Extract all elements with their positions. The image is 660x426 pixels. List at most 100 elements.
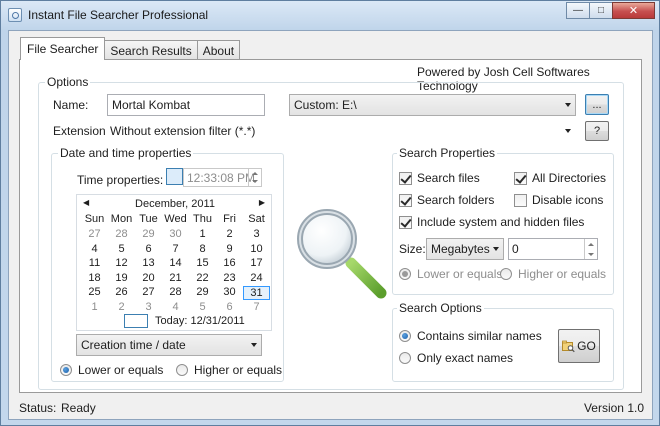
time-input[interactable]: 12:33:08 PM — [183, 168, 262, 187]
calendar-day[interactable]: 25 — [81, 286, 108, 298]
radio-icon — [176, 364, 188, 376]
calendar-day[interactable]: 29 — [135, 228, 162, 240]
date-mode-select[interactable]: Creation time / date — [76, 334, 262, 356]
time-spinner[interactable] — [248, 169, 261, 186]
calendar-day[interactable]: 22 — [189, 272, 216, 284]
spin-down-icon[interactable] — [249, 178, 261, 187]
time-value: 12:33:08 PM — [187, 171, 256, 185]
calendar-day[interactable]: 8 — [189, 243, 216, 255]
size-input[interactable]: 0 — [508, 238, 598, 260]
include-system-checkbox[interactable]: Include system and hidden files — [399, 215, 584, 229]
calendar-day[interactable]: 12 — [108, 257, 135, 269]
size-higher-label: Higher or equals — [518, 267, 607, 281]
app-icon — [8, 8, 22, 22]
chevron-down-icon — [493, 247, 499, 251]
go-button[interactable]: GO — [558, 329, 600, 363]
only-exact-radio[interactable]: Only exact names — [399, 351, 513, 365]
all-directories-label: All Directories — [532, 171, 607, 185]
size-higher-radio[interactable]: Higher or equals — [500, 267, 606, 281]
calendar-day[interactable]: 6 — [135, 243, 162, 255]
calendar-month-label[interactable]: December, 2011 — [77, 198, 273, 210]
calendar-day[interactable]: 21 — [162, 272, 189, 284]
calendar-day[interactable]: 14 — [162, 257, 189, 269]
search-files-label: Search files — [417, 171, 480, 185]
calendar-day[interactable]: 23 — [216, 272, 243, 284]
time-enable-checkbox[interactable] — [166, 168, 183, 185]
spin-up-icon[interactable] — [585, 239, 597, 249]
calendar-day[interactable]: 5 — [108, 243, 135, 255]
window-title: Instant File Searcher Professional — [28, 8, 209, 22]
date-higher-radio[interactable]: Higher or equals — [176, 363, 282, 377]
today-label[interactable]: Today: 12/31/2011 — [155, 315, 245, 327]
calendar-day[interactable]: 1 — [81, 301, 108, 313]
size-lower-radio[interactable]: Lower or equals — [399, 267, 502, 281]
folder-search-icon — [562, 340, 575, 352]
go-label: GO — [577, 339, 596, 353]
calendar-day[interactable]: 26 — [108, 286, 135, 298]
contains-similar-radio[interactable]: Contains similar names — [399, 329, 542, 343]
calendar-day[interactable]: 27 — [81, 228, 108, 240]
calendar-day[interactable]: 11 — [81, 257, 108, 269]
date-lower-radio[interactable]: Lower or equals — [60, 363, 163, 377]
calendar-weekday: Sat — [248, 213, 265, 225]
location-select[interactable]: Custom: E:\ — [289, 94, 576, 116]
calendar-day[interactable]: 31 — [243, 286, 270, 300]
all-directories-checkbox[interactable]: All Directories — [514, 171, 606, 185]
calendar-day[interactable]: 19 — [108, 272, 135, 284]
browse-button[interactable]: ... — [585, 94, 609, 115]
minimize-button[interactable]: — — [566, 2, 590, 19]
calendar-day[interactable]: 3 — [135, 301, 162, 313]
calendar-day[interactable]: 28 — [162, 286, 189, 298]
help-button[interactable]: ? — [585, 121, 609, 141]
next-month-icon[interactable]: ▶ — [259, 198, 265, 207]
calendar-day[interactable]: 7 — [243, 301, 270, 313]
calendar-weekday: Thu — [193, 213, 212, 225]
calendar-day[interactable]: 28 — [108, 228, 135, 240]
calendar-day[interactable]: 1 — [189, 228, 216, 240]
size-unit-select[interactable]: Megabytes — [426, 238, 504, 260]
file-searcher-page: Powered by Josh Cell Softwares Technolog… — [19, 59, 642, 393]
close-button[interactable]: ✕ — [612, 2, 655, 19]
calendar-day[interactable]: 17 — [243, 257, 270, 269]
calendar-day[interactable]: 7 — [162, 243, 189, 255]
size-value: 0 — [512, 242, 519, 256]
calendar-day[interactable]: 3 — [243, 228, 270, 240]
calendar-day[interactable]: 18 — [81, 272, 108, 284]
calendar-day[interactable]: 5 — [189, 301, 216, 313]
tab-about[interactable]: About — [196, 40, 241, 60]
calendar-day[interactable]: 24 — [243, 272, 270, 284]
disable-icons-checkbox[interactable]: Disable icons — [514, 193, 603, 207]
calendar-day[interactable]: 13 — [135, 257, 162, 269]
magnifier-icon — [297, 209, 387, 299]
calendar-day[interactable]: 16 — [216, 257, 243, 269]
spin-down-icon[interactable] — [585, 249, 597, 259]
search-folders-checkbox[interactable]: Search folders — [399, 193, 494, 207]
calendar-day[interactable]: 27 — [135, 286, 162, 298]
calendar-day[interactable]: 10 — [243, 243, 270, 255]
calendar-day[interactable]: 30 — [162, 228, 189, 240]
title-bar[interactable]: Instant File Searcher Professional — □ ✕ — [1, 1, 659, 29]
calendar-day[interactable]: 6 — [216, 301, 243, 313]
tab-search-results[interactable]: Search Results — [104, 40, 198, 60]
calendar-day[interactable]: 9 — [216, 243, 243, 255]
name-input[interactable]: Mortal Kombat — [107, 94, 265, 116]
calendar[interactable]: ◀ December, 2011 ▶ Sun Mon Tue Wed Thu Fri Sat… — [76, 194, 272, 331]
checkbox-checked-icon — [514, 171, 527, 185]
calendar-day[interactable]: 2 — [216, 228, 243, 240]
calendar-day[interactable]: 2 — [108, 301, 135, 313]
maximize-button[interactable]: □ — [589, 2, 613, 19]
status-label: Status: — [19, 401, 57, 415]
calendar-day[interactable]: 30 — [216, 286, 243, 298]
search-files-checkbox[interactable]: Search files — [399, 171, 480, 185]
extension-select[interactable]: Without extension filter (*.*) — [105, 120, 576, 142]
tab-file-searcher[interactable]: File Searcher — [20, 37, 106, 60]
radio-selected-icon — [399, 268, 411, 280]
calendar-day[interactable]: 20 — [135, 272, 162, 284]
spin-up-icon[interactable] — [249, 169, 261, 178]
calendar-day[interactable]: 29 — [189, 286, 216, 298]
calendar-day[interactable]: 4 — [162, 301, 189, 313]
size-spinner[interactable] — [584, 239, 597, 259]
status-bar: Status: Ready Version 1.0 — [9, 393, 652, 419]
calendar-day[interactable]: 4 — [81, 243, 108, 255]
calendar-day[interactable]: 15 — [189, 257, 216, 269]
